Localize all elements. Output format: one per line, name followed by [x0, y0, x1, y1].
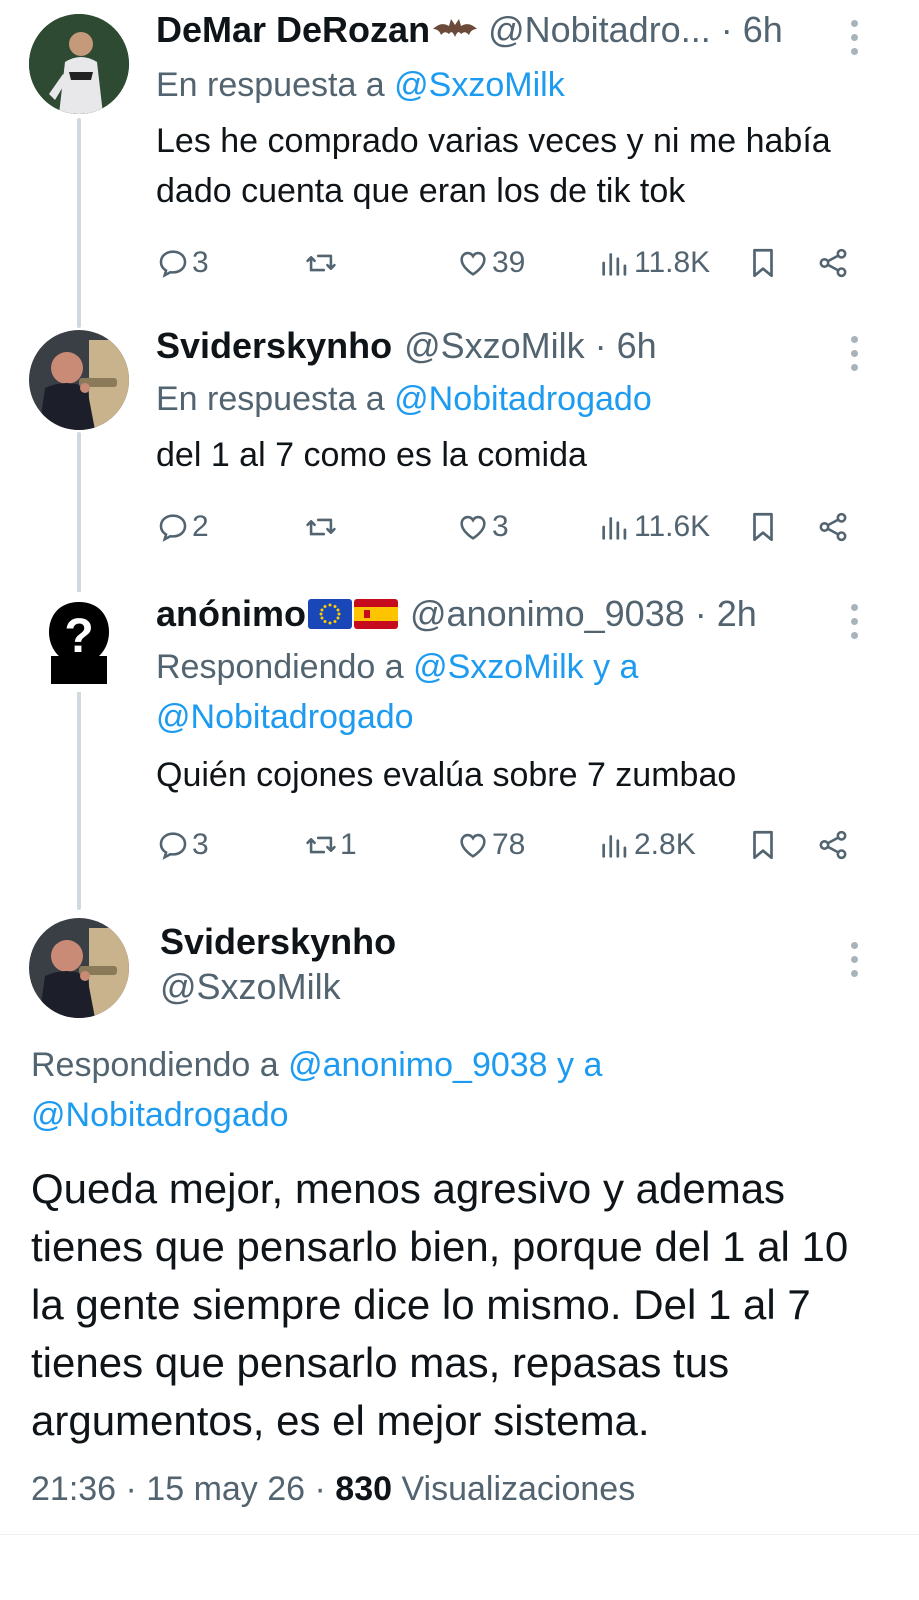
tweet[interactable]: ? anónimo @anonimo_9038 · 2h Respondiend…: [0, 580, 919, 900]
bat-emoji-icon: [433, 19, 478, 37]
svg-text:?: ?: [64, 610, 93, 663]
reply-context: En respuesta a @Nobitadrogado: [156, 380, 652, 418]
reply-context: En respuesta a @SxzoMilk: [156, 66, 565, 104]
bookmark-icon: [753, 512, 773, 542]
share-button[interactable]: [816, 820, 850, 870]
avatar[interactable]: [29, 918, 129, 1018]
views-button[interactable]: 2.8K: [598, 820, 696, 870]
repost-icon: [306, 836, 336, 854]
reply-count: 3: [192, 828, 209, 861]
author-handle[interactable]: @SxzoMilk: [404, 324, 585, 368]
reply-icon: [159, 514, 187, 542]
tweet-time[interactable]: · 6h: [721, 8, 783, 52]
share-button[interactable]: [816, 502, 850, 552]
repost-button[interactable]: [304, 238, 340, 288]
tweet-meta: 21:36 · 15 may 26 · 830 Visualizaciones: [31, 1466, 635, 1512]
like-count: 78: [492, 828, 526, 861]
like-button[interactable]: 3: [456, 502, 509, 552]
tweet-timestamp[interactable]: 21:36 · 15 may 26 ·: [31, 1470, 335, 1508]
mention-link[interactable]: @Nobitadrogado: [394, 380, 652, 418]
views-count: 2.8K: [634, 828, 696, 861]
like-icon: [460, 251, 486, 276]
author-handle[interactable]: @SxzoMilk: [160, 964, 396, 1010]
reply-button[interactable]: 3: [156, 820, 209, 870]
reply-context: Respondiendo a @SxzoMilk y a @Nobitadrog…: [156, 648, 639, 736]
reply-button[interactable]: 2: [156, 502, 209, 552]
like-icon: [460, 515, 486, 540]
avatar[interactable]: [29, 330, 129, 430]
like-count: 39: [492, 246, 526, 279]
views-button[interactable]: 11.8K: [598, 238, 710, 288]
views-button[interactable]: 11.6K: [598, 502, 710, 552]
reply-button[interactable]: 3: [156, 238, 209, 288]
share-icon: [819, 248, 847, 278]
view-label: Visualizaciones: [392, 1470, 636, 1508]
share-icon: [819, 830, 847, 860]
bookmark-button[interactable]: [746, 820, 780, 870]
bookmark-button[interactable]: [746, 502, 780, 552]
like-icon: [460, 833, 486, 858]
like-count: 3: [492, 510, 509, 543]
tweet-time[interactable]: · 6h: [595, 324, 657, 368]
spain-flag-icon: [354, 599, 398, 629]
main-tweet: Sviderskynho @SxzoMilk Respondiendo a @a…: [0, 900, 919, 1560]
tweet-text: Quién cojones evalúa sobre 7 zumbao: [156, 756, 737, 794]
reply-count: 3: [192, 246, 209, 279]
share-button[interactable]: [816, 238, 850, 288]
author-handle[interactable]: @Nobitadro...: [488, 8, 711, 52]
tweet-text: Queda mejor, menos agresivo y ademas tie…: [31, 1165, 849, 1444]
like-button[interactable]: 39: [456, 238, 525, 288]
like-button[interactable]: 78: [456, 820, 525, 870]
repost-icon: [306, 254, 336, 272]
avatar[interactable]: ?: [29, 592, 129, 692]
author-name[interactable]: anónimo: [156, 592, 306, 636]
views-count: 11.8K: [634, 246, 711, 279]
bookmark-button[interactable]: [746, 238, 780, 288]
reply-count: 2: [192, 510, 209, 543]
tweet[interactable]: Sviderskynho @SxzoMilk · 6h En respuesta…: [0, 320, 919, 580]
more-icon[interactable]: [851, 20, 859, 62]
views-icon: [602, 835, 627, 858]
tweet-text: del 1 al 7 como es la comida: [156, 436, 587, 474]
author-name[interactable]: Sviderskynho: [160, 920, 396, 964]
views-icon: [602, 517, 627, 540]
tweet[interactable]: DeMar DeRozan @Nobitadro... · 6h En resp…: [0, 0, 919, 320]
views-icon: [602, 253, 627, 276]
more-icon[interactable]: [851, 604, 859, 646]
author-handle[interactable]: @anonimo_9038: [410, 592, 685, 636]
tweet-text: Les he comprado varias veces y ni me hab…: [156, 122, 831, 210]
repost-button[interactable]: [304, 502, 340, 552]
bookmark-icon: [753, 830, 773, 860]
views-count: 11.6K: [634, 510, 711, 543]
divider: [0, 1534, 919, 1535]
eu-flag-icon: [308, 599, 352, 629]
mention-link[interactable]: @SxzoMilk: [394, 66, 565, 104]
author-name[interactable]: DeMar DeRozan: [156, 8, 430, 52]
avatar[interactable]: [29, 14, 129, 114]
reply-icon: [159, 832, 187, 860]
bookmark-icon: [753, 248, 773, 278]
repost-count: 1: [340, 828, 357, 861]
more-icon[interactable]: [851, 942, 859, 984]
repost-icon: [306, 518, 336, 536]
repost-button[interactable]: 1: [304, 820, 357, 870]
reply-icon: [159, 250, 187, 278]
share-icon: [819, 512, 847, 542]
more-icon[interactable]: [851, 336, 859, 378]
tweet-time[interactable]: · 2h: [695, 592, 757, 636]
author-name[interactable]: Sviderskynho: [156, 324, 392, 368]
reply-context: Respondiendo a @anonimo_9038 y a @Nobita…: [31, 1046, 603, 1134]
view-count: 830: [335, 1470, 393, 1508]
